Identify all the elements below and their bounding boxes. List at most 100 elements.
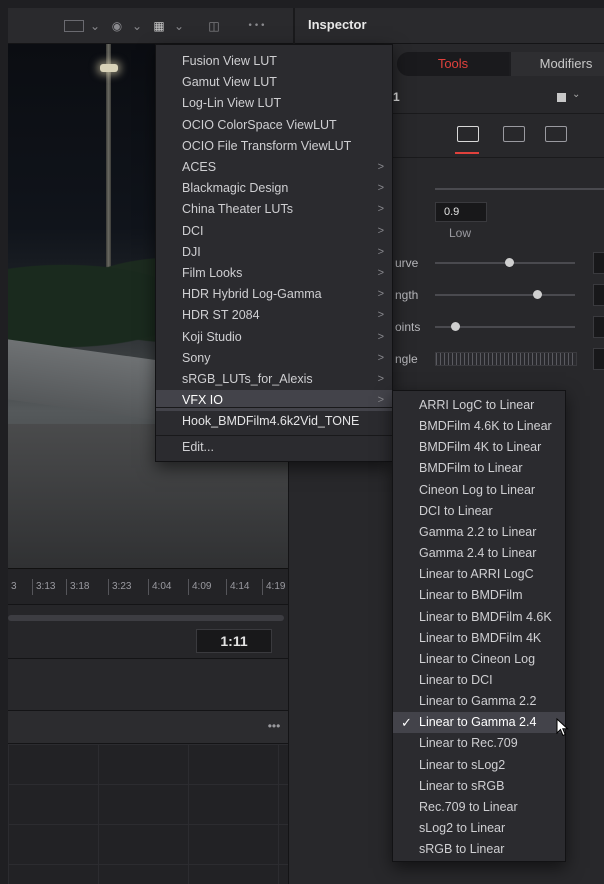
submenu-item-label: ARRI LogC to Linear bbox=[419, 398, 535, 412]
submenu-item-linear-to-srgb[interactable]: Linear to sRGB bbox=[393, 776, 565, 797]
submenu-item-label: Linear to DCI bbox=[419, 672, 493, 687]
submenu-item-bmdfilm-4-6k-to-linear[interactable]: BMDFilm 4.6K to Linear bbox=[393, 416, 565, 437]
submenu-item-gamma-2-4-to-linear[interactable]: Gamma 2.4 to Linear bbox=[393, 543, 565, 564]
angle-value[interactable] bbox=[593, 348, 604, 370]
tab-tools[interactable]: Tools bbox=[397, 52, 509, 76]
submenu-item-label: BMDFilm 4.6K to Linear bbox=[419, 419, 552, 434]
submenu-item-rec-709-to-linear[interactable]: Rec.709 to Linear bbox=[393, 797, 565, 818]
points-slider[interactable] bbox=[435, 322, 575, 331]
submenu-item-linear-to-bmdfilm-4-6k[interactable]: Linear to BMDFilm 4.6K bbox=[393, 607, 565, 628]
menu-item-log-lin-view-lut[interactable]: Log-Lin View LUT bbox=[156, 93, 392, 114]
menu-item-blackmagic-design[interactable]: Blackmagic Design > bbox=[156, 178, 392, 199]
submenu-item-bmdfilm-to-linear[interactable]: BMDFilm to Linear bbox=[393, 458, 565, 479]
scrub-bar[interactable] bbox=[8, 615, 284, 621]
node-color-swatch[interactable] bbox=[557, 93, 566, 102]
slider-knob[interactable] bbox=[451, 322, 460, 331]
submenu-item-slog2-to-linear[interactable]: sLog2 to Linear bbox=[393, 818, 565, 839]
tab-modifiers[interactable]: Modifiers bbox=[511, 52, 604, 76]
curve-slider[interactable] bbox=[435, 258, 575, 267]
chevron-down-icon[interactable]: ⌄ bbox=[90, 17, 100, 35]
menu-item-ocio-file-transform-viewlut[interactable]: OCIO File Transform ViewLUT bbox=[156, 136, 392, 157]
submenu-item-label: Linear to ARRI LogC bbox=[419, 567, 534, 582]
more-icon[interactable]: ••• bbox=[242, 17, 272, 35]
menu-item-label: Gamut View LUT bbox=[182, 75, 277, 90]
menu-item-china-theater-luts[interactable]: China Theater LUTs > bbox=[156, 199, 392, 220]
menu-item-label: OCIO File Transform ViewLUT bbox=[182, 138, 352, 153]
submenu-item-label: Linear to BMDFilm bbox=[419, 588, 523, 603]
menu-item-ocio-colorspace-viewlut[interactable]: OCIO ColorSpace ViewLUT bbox=[156, 115, 392, 136]
menu-item-gamut-view-lut[interactable]: Gamut View LUT bbox=[156, 72, 392, 93]
submenu-item-linear-to-bmdfilm-4k[interactable]: Linear to BMDFilm 4K bbox=[393, 628, 565, 649]
submenu-item-label: Linear to sLog2 bbox=[419, 757, 506, 772]
ruler-tick: 4:19 bbox=[262, 579, 285, 595]
timecode-display[interactable]: 1:11 bbox=[196, 629, 272, 653]
menu-separator bbox=[156, 407, 392, 408]
inspector-tabs: Tools Modifiers bbox=[397, 52, 604, 76]
menu-item-hdr-st-2084[interactable]: HDR ST 2084 > bbox=[156, 305, 392, 326]
node-grid[interactable] bbox=[8, 744, 288, 884]
viewer-mode-icon[interactable] bbox=[64, 20, 84, 32]
street-lamp bbox=[100, 64, 118, 72]
submenu-item-label: DCI to Linear bbox=[419, 503, 493, 518]
timeline-ruler[interactable]: 3 3:13 3:18 3:23 4:04 4:09 4:14 4:19 bbox=[8, 568, 288, 604]
menu-item-film-looks[interactable]: Film Looks > bbox=[156, 263, 392, 284]
chevron-down-icon[interactable]: ⌄ bbox=[174, 17, 184, 35]
submenu-item-linear-to-gamma-2-4[interactable]: ✓ Linear to Gamma 2.4 bbox=[393, 712, 565, 734]
gear-icon[interactable] bbox=[545, 126, 567, 142]
submenu-item-linear-to-rec-709[interactable]: Linear to Rec.709 bbox=[393, 733, 565, 754]
slider-knob[interactable] bbox=[533, 290, 542, 299]
menu-item-hook-bmdfilm[interactable]: Hook_BMDFilm4.6k2Vid_TONE bbox=[156, 411, 392, 432]
menu-item-fusion-view-lut[interactable]: Fusion View LUT bbox=[156, 51, 392, 72]
menu-item-aces[interactable]: ACES > bbox=[156, 157, 392, 178]
submenu-item-bmdfilm-4k-to-linear[interactable]: BMDFilm 4K to Linear bbox=[393, 437, 565, 458]
menu-item-sony[interactable]: Sony > bbox=[156, 348, 392, 369]
slider-track[interactable] bbox=[435, 188, 604, 190]
submenu-item-linear-to-dci[interactable]: Linear to DCI bbox=[393, 670, 565, 691]
menu-item-dji[interactable]: DJI > bbox=[156, 242, 392, 263]
menu-item-dci[interactable]: DCI > bbox=[156, 221, 392, 242]
toolbar-divider bbox=[293, 8, 295, 44]
active-tab-underline bbox=[455, 152, 479, 154]
submenu-item-label: Linear to Cineon Log bbox=[419, 651, 536, 666]
low-value-field[interactable]: 0.9 bbox=[435, 202, 487, 222]
submenu-item-gamma-2-2-to-linear[interactable]: Gamma 2.2 to Linear bbox=[393, 522, 565, 543]
submenu-item-linear-to-gamma-2-2[interactable]: Linear to Gamma 2.2 bbox=[393, 691, 565, 712]
menu-item-edit[interactable]: Edit... bbox=[156, 437, 392, 458]
settings-icon[interactable] bbox=[503, 126, 525, 142]
split-view-icon[interactable]: ◫ bbox=[204, 17, 224, 35]
length-slider[interactable] bbox=[435, 290, 575, 299]
chevron-down-icon[interactable]: ⌄ bbox=[132, 17, 142, 35]
menu-item-koji-studio[interactable]: Koji Studio > bbox=[156, 327, 392, 348]
submenu-item-label: Cineon Log to Linear bbox=[419, 482, 536, 497]
lower-panel-header: ••• bbox=[8, 710, 288, 744]
angle-label: ngle bbox=[395, 352, 418, 366]
submenu-item-linear-to-bmdfilm[interactable]: Linear to BMDFilm bbox=[393, 585, 565, 606]
submenu-item-srgb-to-linear[interactable]: sRGB to Linear bbox=[393, 839, 565, 860]
submenu-item-cineon-log-to-linear[interactable]: Cineon Log to Linear bbox=[393, 480, 565, 501]
color-wheel-icon[interactable]: ◉ bbox=[108, 17, 126, 35]
submenu-item-arri-logc-to-linear[interactable]: ARRI LogC to Linear bbox=[393, 395, 565, 416]
menu-item-vfx-io[interactable]: VFX IO > bbox=[156, 390, 392, 412]
controls-icon[interactable] bbox=[457, 126, 479, 142]
submenu-item-dci-to-linear[interactable]: DCI to Linear bbox=[393, 501, 565, 522]
chevron-right-icon: > bbox=[377, 245, 384, 258]
slider-knob[interactable] bbox=[505, 258, 514, 267]
submenu-item-linear-to-slog2[interactable]: Linear to sLog2 bbox=[393, 755, 565, 776]
points-value[interactable] bbox=[593, 316, 604, 338]
vfx-io-submenu: ARRI LogC to Linear BMDFilm 4.6K to Linea… bbox=[392, 390, 566, 862]
menu-item-srgb-luts-for-alexis[interactable]: sRGB_LUTs_for_Alexis > bbox=[156, 369, 392, 390]
more-icon[interactable]: ••• bbox=[260, 719, 288, 737]
length-value[interactable] bbox=[593, 284, 604, 306]
chevron-down-icon[interactable]: ⌄ bbox=[572, 89, 580, 100]
curve-value[interactable] bbox=[593, 252, 604, 274]
ruler-tick: 4:14 bbox=[226, 579, 249, 595]
submenu-item-label: Rec.709 to Linear bbox=[419, 799, 518, 814]
menu-item-hdr-hybrid-log-gamma[interactable]: HDR Hybrid Log-Gamma > bbox=[156, 284, 392, 305]
ruler-tick: 3 bbox=[11, 581, 17, 592]
menu-item-label: China Theater LUTs bbox=[182, 202, 293, 217]
submenu-item-linear-to-cineon-log[interactable]: Linear to Cineon Log bbox=[393, 649, 565, 670]
submenu-item-linear-to-arri-logc[interactable]: Linear to ARRI LogC bbox=[393, 564, 565, 585]
mouse-cursor-icon bbox=[556, 718, 569, 737]
angle-dial[interactable] bbox=[435, 352, 577, 366]
grid-icon[interactable]: ▦ bbox=[150, 17, 168, 35]
